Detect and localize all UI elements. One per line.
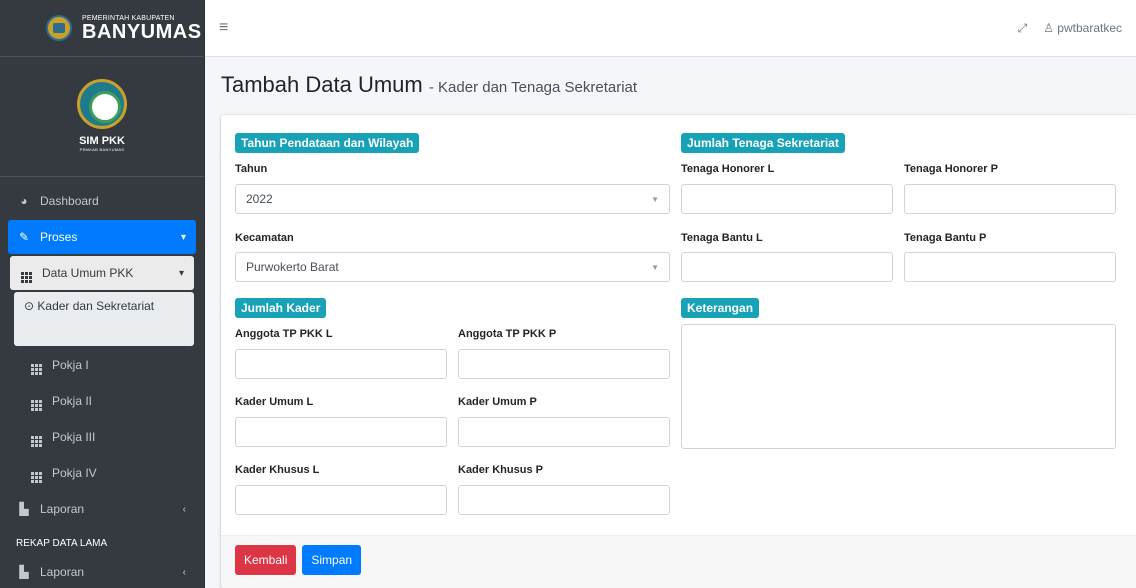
brand-big-text: BANYUMAS bbox=[82, 20, 202, 43]
sidebar-item-label: Kader dan Sekretariat bbox=[37, 299, 155, 313]
sidebar-item-label: Dashboard bbox=[40, 194, 99, 208]
honorer-p-input[interactable] bbox=[904, 184, 1116, 214]
kecamatan-select[interactable]: Purwokerto Barat ▼ bbox=[235, 252, 670, 282]
bantu-l-label: Tenaga Bantu L bbox=[681, 232, 763, 244]
sidebar-item-label: Pokja II bbox=[52, 394, 93, 408]
sidebar-item-label: Pokja I bbox=[52, 358, 89, 372]
fullscreen-icon[interactable]: ⤢ bbox=[1018, 21, 1028, 36]
anggota-l-label: Anggota TP PKK L bbox=[235, 328, 333, 340]
sidebar-item-dashboard[interactable]: ◕ Dashboard bbox=[8, 184, 196, 218]
keterangan-textarea[interactable] bbox=[681, 324, 1116, 449]
khusus-p-label: Kader Khusus P bbox=[458, 464, 543, 476]
sidebar-item-label: Laporan bbox=[40, 565, 85, 579]
chevron-down-icon: ▾ bbox=[178, 267, 184, 279]
anggota-p-input[interactable] bbox=[458, 349, 670, 379]
honorer-l-input[interactable] bbox=[681, 184, 893, 214]
edit-icon: ✎ bbox=[18, 230, 30, 244]
umum-l-label: Kader Umum L bbox=[235, 396, 314, 408]
sidebar-item-label: Laporan bbox=[40, 502, 85, 516]
topbar-right: ⤢ ♙ pwtbaratkec bbox=[1018, 21, 1122, 36]
sidebar-item-label: Pokja IV bbox=[52, 466, 97, 480]
user-icon: ♙ bbox=[1043, 21, 1054, 35]
sidebar-item-label: Pokja III bbox=[52, 430, 96, 444]
chevron-left-icon: ‹ bbox=[182, 566, 186, 578]
main-content: Tambah Data Umum - Kader dan Tenaga Sekr… bbox=[205, 57, 1136, 588]
dashboard-icon: ◕ bbox=[20, 194, 28, 208]
sidebar-item-pokja-3[interactable]: Pokja III bbox=[8, 420, 196, 454]
khusus-p-input[interactable] bbox=[458, 485, 670, 515]
chevron-down-icon: ▼ bbox=[651, 194, 659, 204]
brand-text: PEMERINTAH KABUPATEN BANYUMAS bbox=[82, 15, 202, 42]
anggota-p-label: Anggota TP PKK P bbox=[458, 328, 557, 340]
tahun-value: 2022 bbox=[246, 192, 273, 206]
sidebar-item-pokja-1[interactable]: Pokja I bbox=[8, 348, 196, 382]
page-title-main: Tambah Data Umum bbox=[221, 72, 423, 97]
khusus-l-label: Kader Khusus L bbox=[235, 464, 320, 476]
grid-icon bbox=[18, 264, 34, 283]
page-title: Tambah Data Umum - Kader dan Tenaga Sekr… bbox=[221, 72, 1120, 98]
umum-p-label: Kader Umum P bbox=[458, 396, 537, 408]
chevron-down-icon: ▾ bbox=[180, 231, 186, 243]
page-title-sub: - Kader dan Tenaga Sekretariat bbox=[428, 79, 638, 96]
app-logo-panel: SIM PKK PEMKAB BANYUMAS bbox=[0, 57, 204, 177]
khusus-l-input[interactable] bbox=[235, 485, 447, 515]
sidebar-item-pokja-4[interactable]: Pokja IV bbox=[8, 456, 196, 490]
radio-circle-icon: ⊙ bbox=[24, 299, 35, 313]
grid-icon bbox=[28, 392, 44, 411]
grid-icon bbox=[28, 464, 44, 483]
kecamatan-value: Purwokerto Barat bbox=[246, 260, 339, 274]
section-keterangan-label: Keterangan bbox=[681, 298, 760, 318]
user-name: pwtbaratkec bbox=[1057, 21, 1122, 35]
card-footer: Kembali Simpan bbox=[221, 535, 1136, 588]
kecamatan-label: Kecamatan bbox=[235, 232, 294, 244]
sidebar-nav: ◕ Dashboard ✎ Proses ▾ Data Umum PKK ▾ ⊙… bbox=[0, 184, 204, 588]
form-card: Tahun Pendataan dan Wilayah Tahun 2022 ▼… bbox=[221, 115, 1136, 588]
hamburger-menu-icon[interactable]: ≡ bbox=[219, 19, 228, 37]
honorer-p-label: Tenaga Honorer P bbox=[904, 163, 998, 175]
banyumas-logo-icon bbox=[46, 15, 72, 41]
section-kader-label: Jumlah Kader bbox=[235, 298, 327, 318]
topbar: ≡ ⤢ ♙ pwtbaratkec bbox=[205, 0, 1136, 57]
sidebar-item-proses[interactable]: ✎ Proses ▾ bbox=[8, 220, 196, 254]
bantu-l-input[interactable] bbox=[681, 252, 893, 282]
sim-pkk-logo-icon bbox=[77, 79, 127, 129]
honorer-l-label: Tenaga Honorer L bbox=[681, 163, 775, 175]
bantu-p-label: Tenaga Bantu P bbox=[904, 232, 987, 244]
sidebar-header-rekap: REKAP DATA LAMA bbox=[16, 538, 108, 549]
app-title: SIM PKK bbox=[79, 135, 125, 147]
sidebar: PEMERINTAH KABUPATEN BANYUMAS SIM PKK PE… bbox=[0, 0, 205, 588]
section-wilayah-label: Tahun Pendataan dan Wilayah bbox=[235, 133, 420, 153]
sidebar-item-laporan[interactable]: ▙ Laporan ‹ bbox=[8, 492, 196, 526]
sidebar-item-laporan-lama[interactable]: ▙ Laporan ‹ bbox=[8, 555, 196, 588]
anggota-l-input[interactable] bbox=[235, 349, 447, 379]
sidebar-item-pokja-2[interactable]: Pokja II bbox=[8, 384, 196, 418]
section-sekretariat-label: Jumlah Tenaga Sekretariat bbox=[681, 133, 845, 153]
sidebar-item-label: Data Umum PKK bbox=[42, 266, 134, 280]
brand-link[interactable]: PEMERINTAH KABUPATEN BANYUMAS bbox=[0, 0, 204, 57]
bantu-p-input[interactable] bbox=[904, 252, 1116, 282]
sidebar-item-label: Proses bbox=[40, 230, 78, 244]
simpan-button[interactable]: Simpan bbox=[302, 545, 362, 575]
tahun-select[interactable]: 2022 ▼ bbox=[235, 184, 670, 214]
chevron-left-icon: ‹ bbox=[182, 503, 186, 515]
grid-icon bbox=[28, 356, 44, 375]
chevron-down-icon: ▼ bbox=[651, 262, 659, 272]
sidebar-item-kader-sekretariat[interactable]: ⊙ Kader dan Sekretariat bbox=[14, 292, 194, 346]
grid-icon bbox=[28, 428, 44, 447]
kembali-button[interactable]: Kembali bbox=[235, 545, 297, 575]
user-menu[interactable]: ♙ pwtbaratkec bbox=[1043, 21, 1122, 35]
sidebar-item-data-umum-pkk[interactable]: Data Umum PKK ▾ bbox=[10, 256, 194, 290]
umum-l-input[interactable] bbox=[235, 417, 447, 447]
file-icon: ▙ bbox=[19, 502, 29, 516]
umum-p-input[interactable] bbox=[458, 417, 670, 447]
tahun-label: Tahun bbox=[235, 163, 268, 175]
file-icon: ▙ bbox=[19, 565, 29, 579]
app-subtitle: PEMKAB BANYUMAS bbox=[79, 147, 125, 152]
